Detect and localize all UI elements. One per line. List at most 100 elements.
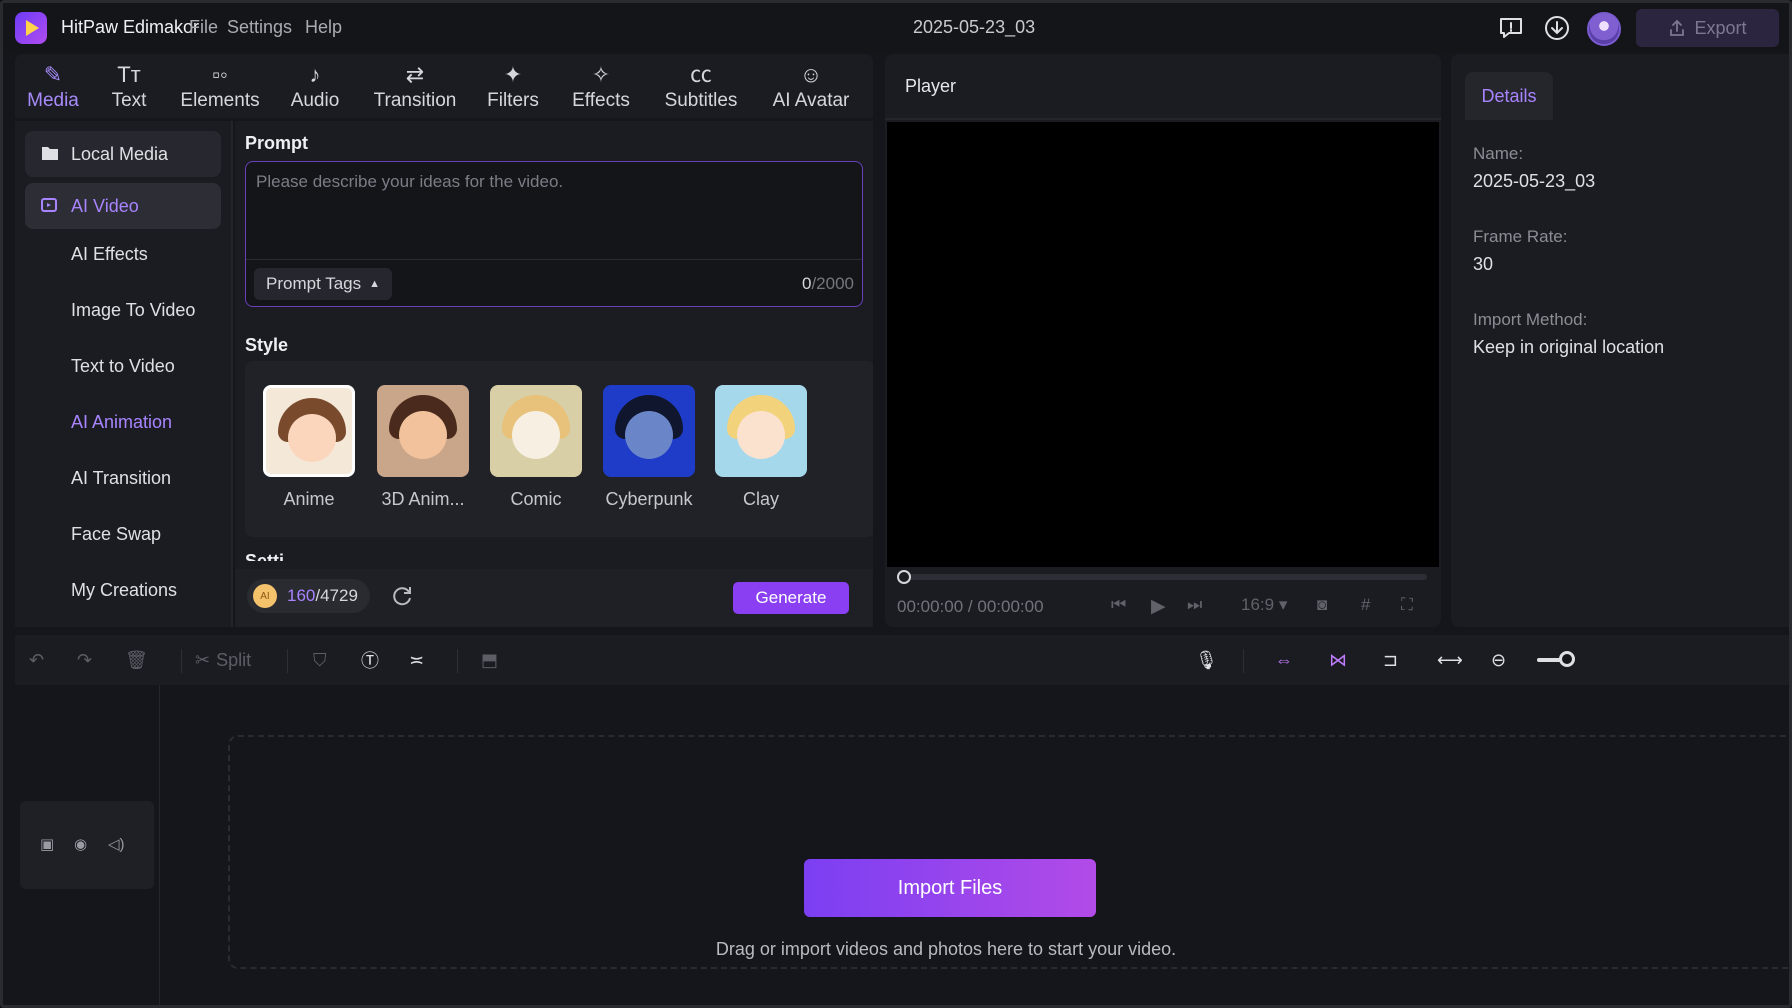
text-box-icon[interactable]: Ⓣ — [361, 647, 379, 673]
style-option-3d-animation[interactable]: 3D Anim... — [373, 385, 473, 510]
tab-text[interactable]: Tт Text — [107, 60, 151, 116]
style-label: Style — [245, 335, 289, 355]
media-icon: ✎ — [43, 62, 63, 87]
style-option-anime[interactable]: Anime — [259, 385, 359, 510]
media-sidebar: Local Media AI Video AI Effects Image To… — [15, 121, 233, 627]
zoom-out-icon[interactable]: ⊖ — [1491, 647, 1506, 673]
clay-thumbnail — [715, 385, 807, 477]
ai-avatar-icon: ☺ — [799, 62, 823, 87]
sidebar-item-label: AI Effects — [71, 243, 148, 264]
tab-transition[interactable]: ⇄ Transition — [371, 60, 459, 116]
detail-label-import-method: Import Method: — [1473, 310, 1588, 329]
sidebar-item-my-creations[interactable]: My Creations — [25, 567, 221, 613]
detail-label-frame-rate: Frame Rate: — [1473, 227, 1568, 246]
sidebar-item-label: AI Transition — [71, 467, 172, 488]
sidebar-item-label: Image To Video — [71, 299, 196, 320]
sidebar-item-ai-effects[interactable]: AI Effects — [25, 231, 221, 277]
aspect-ratio-value: 16:9 — [1241, 595, 1275, 614]
user-avatar[interactable] — [1587, 12, 1621, 46]
zoom-slider-handle[interactable] — [1559, 651, 1575, 667]
prompt-tags-button[interactable]: Prompt Tags ▲ — [254, 268, 393, 300]
download-icon[interactable] — [1543, 14, 1571, 42]
feedback-icon[interactable] — [1497, 14, 1525, 42]
menu-help[interactable]: Help — [305, 17, 342, 38]
app-title: HitPaw Edimakor — [61, 17, 200, 37]
microphone-icon[interactable]: 🎙 — [1195, 647, 1218, 673]
subtitles-icon: ㏄ — [689, 62, 712, 87]
tab-elements-label: Elements — [180, 90, 260, 111]
toolbar-divider — [181, 649, 182, 673]
fit-timeline-icon[interactable]: ⟷ — [1437, 647, 1463, 673]
tab-media[interactable]: ✎ Media — [25, 60, 81, 116]
prompt-input[interactable]: Please describe your ideas for the video… — [245, 161, 863, 307]
playback-scrubber[interactable] — [897, 570, 1427, 584]
details-panel: Details Name: 2025-05-23_03 Frame Rate: … — [1451, 54, 1789, 627]
prompt-tags-label: Prompt Tags — [266, 274, 362, 293]
player-title: Player — [905, 76, 957, 96]
track-header-divider — [159, 685, 160, 1005]
text-icon: Tт — [117, 62, 141, 87]
marker-icon[interactable]: ⛉ — [313, 647, 327, 673]
app-window: HitPaw Edimakor File Settings Help 2025-… — [0, 0, 1792, 1008]
menu-file[interactable]: File — [189, 17, 218, 38]
redo-icon[interactable]: ↷ — [77, 647, 92, 673]
toolbar-divider — [457, 649, 458, 673]
tab-filters[interactable]: ✦ Filters — [485, 60, 541, 116]
video-preview[interactable] — [887, 122, 1439, 567]
delete-icon[interactable]: 🗑 — [125, 647, 148, 673]
split-button[interactable]: ✂ Split — [195, 647, 251, 673]
tab-details[interactable]: Details — [1465, 72, 1553, 120]
undo-icon[interactable]: ↶ — [29, 647, 44, 673]
credits-badge: AI 160/4729 — [247, 579, 370, 613]
sidebar-item-image-to-video[interactable]: Image To Video — [25, 287, 221, 333]
track-visibility-icon[interactable]: ◉ — [74, 835, 92, 853]
comic-thumbnail — [490, 385, 582, 477]
menu-settings[interactable]: Settings — [227, 17, 292, 38]
link-icon[interactable]: ⇔ — [1275, 647, 1293, 673]
prompt-char-counter: 0/2000 — [802, 274, 854, 294]
sidebar-item-ai-video[interactable]: AI Video — [25, 183, 221, 229]
media-dropzone[interactable]: Import Files Drag or import videos and p… — [228, 735, 1789, 969]
tab-audio[interactable]: ♪ Audio — [287, 60, 343, 116]
export-button[interactable]: Export — [1636, 9, 1779, 47]
sidebar-item-ai-transition[interactable]: AI Transition — [25, 455, 221, 501]
crop-icon[interactable]: # — [1361, 595, 1370, 615]
title-bar: HitPaw Edimakor File Settings Help 2025-… — [3, 3, 1789, 53]
trim-icon[interactable]: ≍ — [409, 647, 424, 673]
style-option-cyberpunk[interactable]: Cyberpunk — [599, 385, 699, 510]
next-frame-icon[interactable]: ⏭ — [1187, 595, 1202, 615]
previous-frame-icon[interactable]: ⏮ — [1111, 595, 1126, 615]
snapshot-icon[interactable]: ◙ — [1317, 595, 1327, 615]
aspect-ratio-select[interactable]: 16:9 ▾ — [1241, 595, 1287, 615]
project-name: 2025-05-23_03 — [913, 17, 1036, 37]
tab-subtitles[interactable]: ㏄ Subtitles — [660, 60, 742, 116]
tab-elements[interactable]: ▫◦ Elements — [179, 60, 261, 116]
tab-effects-label: Effects — [572, 90, 630, 111]
style-option-clay[interactable]: Clay — [711, 385, 811, 510]
style-option-comic[interactable]: Comic — [486, 385, 586, 510]
audio-icon: ♪ — [309, 62, 321, 87]
ai-video-panel: Prompt Please describe your ideas for th… — [235, 121, 873, 627]
detail-value-name: 2025-05-23_03 — [1473, 171, 1596, 191]
track-audio-icon[interactable]: ◁) — [108, 835, 126, 853]
fullscreen-icon[interactable]: ⛶ — [1401, 595, 1413, 615]
tab-subtitles-label: Subtitles — [664, 90, 738, 111]
sidebar-item-text-to-video[interactable]: Text to Video — [25, 343, 221, 389]
import-files-button[interactable]: Import Files — [804, 859, 1096, 917]
toolbar-divider — [1243, 649, 1244, 673]
play-icon[interactable]: ▶ — [1151, 595, 1166, 618]
tab-effects[interactable]: ✧ Effects — [569, 60, 633, 116]
tab-ai-avatar[interactable]: ☺ AI Avatar — [767, 60, 855, 116]
sidebar-item-local-media[interactable]: Local Media — [25, 131, 221, 177]
magnet-icon[interactable]: ⋈ — [1329, 647, 1347, 673]
prompt-label: Prompt — [245, 133, 308, 153]
sidebar-item-face-swap[interactable]: Face Swap — [25, 511, 221, 557]
generate-button[interactable]: Generate — [733, 582, 849, 614]
split-view-icon[interactable]: ⊐ — [1383, 647, 1398, 673]
settings-label: Setti... — [245, 551, 300, 561]
refresh-icon[interactable] — [389, 583, 415, 609]
track-lock-icon[interactable]: ▣ — [40, 835, 58, 853]
export-clip-icon[interactable]: ⬒ — [481, 647, 498, 673]
scrubber-handle[interactable] — [897, 570, 911, 584]
sidebar-item-ai-animation[interactable]: AI Animation — [25, 399, 221, 445]
